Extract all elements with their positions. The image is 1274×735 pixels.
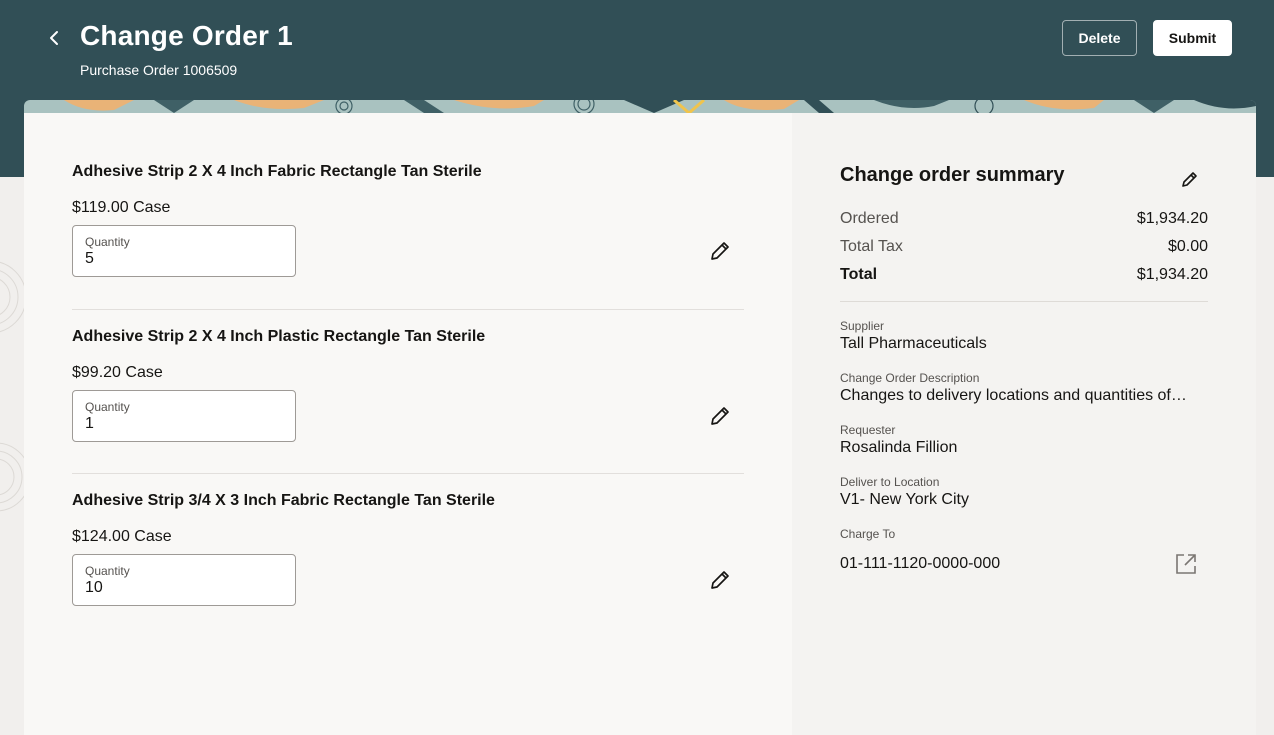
- field-label: Requester: [840, 423, 896, 437]
- pencil-icon: [711, 407, 729, 425]
- order-line-2: Adhesive Strip 2 X 4 Inch Plastic Rectan…: [72, 328, 744, 474]
- field-label: Deliver to Location: [840, 475, 940, 489]
- summary-title: Change order summary: [840, 164, 1065, 186]
- change-order-summary-panel: Change order summary Ordered $1,934.20 T…: [792, 113, 1256, 735]
- summary-value: $1,934.20: [1136, 266, 1208, 283]
- item-price: $119.00 Case: [72, 199, 171, 216]
- field-value: Rosalinda Fillion: [840, 439, 958, 456]
- summary-label: Total: [840, 266, 878, 283]
- line-divider: [72, 473, 744, 474]
- field-value: 01-111-1120-0000-000: [840, 555, 1001, 572]
- quantity-input[interactable]: Quantity 10: [72, 554, 296, 606]
- summary-label: Ordered: [840, 210, 899, 227]
- quantity-label: Quantity: [85, 235, 130, 249]
- item-name: Adhesive Strip 2 X 4 Inch Fabric Rectang…: [72, 163, 482, 180]
- quantity-input[interactable]: Quantity 5: [72, 225, 296, 277]
- pencil-icon: [1182, 172, 1197, 187]
- item-name: Adhesive Strip 2 X 4 Inch Plastic Rectan…: [72, 328, 486, 345]
- quantity-label: Quantity: [85, 564, 130, 578]
- summary-label: Total Tax: [840, 238, 903, 255]
- order-lines-panel: Adhesive Strip 2 X 4 Inch Fabric Rectang…: [24, 113, 792, 735]
- field-label: Change Order Description: [840, 371, 980, 385]
- field-value: Tall Pharmaceuticals: [840, 335, 987, 352]
- back-button[interactable]: [40, 24, 68, 52]
- summary-row-total: Total $1,934.20: [840, 266, 1208, 288]
- submit-button[interactable]: Submit: [1153, 20, 1232, 56]
- chevron-left-icon: [50, 31, 58, 45]
- order-line-3: Adhesive Strip 3/4 X 3 Inch Fabric Recta…: [72, 492, 744, 617]
- delete-button[interactable]: Delete: [1062, 20, 1137, 56]
- summary-value: $1,934.20: [1136, 210, 1208, 227]
- pencil-icon: [711, 571, 729, 589]
- order-line-1: Adhesive Strip 2 X 4 Inch Fabric Rectang…: [72, 163, 744, 310]
- field-value: Changes to delivery locations and quanti…: [840, 387, 1187, 404]
- edit-line-button[interactable]: [708, 239, 732, 263]
- page-title: Change Order 1: [80, 20, 293, 51]
- item-price: $124.00 Case: [72, 528, 172, 545]
- item-name: Adhesive Strip 3/4 X 3 Inch Fabric Recta…: [72, 492, 495, 509]
- edit-line-button[interactable]: [708, 568, 732, 592]
- summary-divider: [840, 301, 1208, 302]
- summary-row-total-tax: Total Tax $0.00: [840, 238, 1208, 260]
- open-charge-to-button[interactable]: [1174, 552, 1198, 576]
- edit-summary-button[interactable]: [1178, 167, 1202, 191]
- item-price: $99.20 Case: [72, 364, 163, 381]
- edit-line-button[interactable]: [708, 404, 732, 428]
- quantity-input[interactable]: Quantity 1: [72, 390, 296, 442]
- quantity-value[interactable]: 5: [85, 250, 94, 268]
- decorative-banner: [24, 100, 1256, 113]
- line-divider: [72, 309, 744, 310]
- background-pattern: [0, 177, 24, 735]
- quantity-value[interactable]: 1: [85, 415, 94, 433]
- quantity-label: Quantity: [85, 400, 130, 414]
- pencil-icon: [711, 242, 729, 260]
- field-label: Charge To: [840, 527, 896, 541]
- quantity-value[interactable]: 10: [85, 579, 103, 597]
- summary-row-ordered: Ordered $1,934.20: [840, 210, 1208, 232]
- field-value: V1- New York City: [840, 491, 969, 508]
- page-subtitle: Purchase Order 1006509: [80, 62, 238, 78]
- summary-value: $0.00: [1167, 238, 1208, 255]
- field-label: Supplier: [840, 319, 885, 333]
- open-external-icon: [1176, 554, 1196, 574]
